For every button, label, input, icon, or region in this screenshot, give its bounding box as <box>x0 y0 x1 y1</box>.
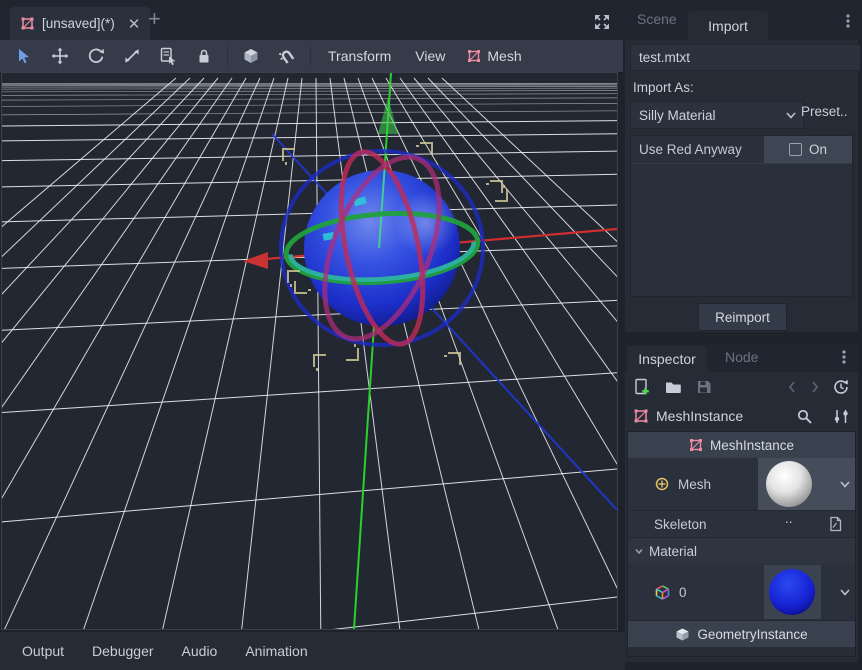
close-icon[interactable]: ✕ <box>128 15 141 33</box>
preset-button[interactable]: Preset.. <box>801 104 848 119</box>
inspector-tab-bar: Inspector Node <box>625 345 858 372</box>
reimport-button[interactable]: Reimport <box>698 303 787 331</box>
open-folder-icon[interactable] <box>664 378 682 396</box>
mesh-resource-preview[interactable] <box>758 458 855 510</box>
inspector-dock: Inspector Node <box>625 345 858 662</box>
property-row-mesh: Mesh <box>628 458 855 511</box>
bottom-panel-bar: Output Debugger Audio Animation <box>0 632 625 670</box>
save-icon[interactable] <box>695 378 713 396</box>
checkbox-label: On <box>809 142 827 157</box>
mesh-instance-icon <box>467 49 481 63</box>
mesh-resource-icon <box>654 476 670 492</box>
material-resource-preview[interactable] <box>758 564 855 620</box>
scene-tab-label: [unsaved](*) <box>42 16 115 31</box>
chevron-down-icon[interactable] <box>839 586 851 598</box>
option-label: Use Red Anyway <box>631 142 764 157</box>
tune-icon[interactable] <box>833 408 850 425</box>
godot-editor-window: [unsaved](*) ✕ + Scene Import <box>0 0 862 670</box>
select-tool-icon[interactable] <box>6 40 42 72</box>
viewport-3d[interactable] <box>1 72 618 630</box>
skeleton-value: .. <box>785 511 827 537</box>
expand-icon[interactable] <box>593 13 611 31</box>
chevron-down-icon <box>633 545 645 557</box>
scale-tool-icon[interactable] <box>114 40 150 72</box>
option-value-cell[interactable]: On <box>764 136 852 163</box>
import-type-dropdown[interactable]: Silly Material <box>630 101 804 129</box>
import-dock: test.mtxt Import As: Silly Material Pres… <box>625 40 858 332</box>
mesh-instance-icon <box>689 438 703 452</box>
checkbox[interactable] <box>789 143 802 156</box>
bottom-tab-animation[interactable]: Animation <box>231 632 321 670</box>
bottom-tab-debugger[interactable]: Debugger <box>78 632 168 670</box>
import-as-label: Import As: <box>633 80 694 95</box>
material-preview-sphere[interactable] <box>769 569 815 615</box>
menu-mesh[interactable]: Mesh <box>457 48 531 64</box>
menu-mesh-label: Mesh <box>487 48 521 64</box>
chevron-down-icon[interactable] <box>839 478 851 490</box>
menu-view[interactable]: View <box>403 48 457 64</box>
section-material[interactable]: Material <box>628 538 855 564</box>
search-icon[interactable] <box>796 408 813 425</box>
snap-magnet-icon[interactable] <box>269 40 305 72</box>
inspector-properties[interactable]: MeshInstance Mesh Skeleton <box>627 431 856 657</box>
category-geometry-instance: GeometryInstance <box>628 621 855 647</box>
menu-transform[interactable]: Transform <box>316 48 403 64</box>
bottom-tab-output[interactable]: Output <box>8 632 78 670</box>
import-filename: test.mtxt <box>630 44 861 71</box>
bottom-tab-audio[interactable]: Audio <box>168 632 232 670</box>
import-option-row[interactable]: Use Red Anyway On <box>631 136 852 164</box>
mesh-property-label: Mesh <box>678 477 711 492</box>
mesh-instance-icon <box>633 408 649 424</box>
new-resource-icon[interactable] <box>633 378 651 396</box>
material-cube-icon <box>654 584 671 601</box>
inspected-node-name: MeshInstance <box>656 408 789 424</box>
geometry-cube-icon <box>675 627 690 642</box>
dots-menu-icon[interactable] <box>837 346 851 368</box>
tab-import[interactable]: Import <box>688 11 768 40</box>
scene-tab[interactable]: [unsaved](*) ✕ <box>10 7 150 40</box>
inspector-toolbar <box>625 372 858 402</box>
toolbar-separator <box>310 46 311 66</box>
inspector-node-row: MeshInstance <box>625 402 858 430</box>
history-icon[interactable] <box>832 378 850 396</box>
rotate-tool-icon[interactable] <box>78 40 114 72</box>
top-bar: [unsaved](*) ✕ + Scene Import <box>0 0 862 40</box>
move-tool-icon[interactable] <box>42 40 78 72</box>
import-options-box: Use Red Anyway On <box>630 135 853 297</box>
axis-y-arrowhead <box>378 97 398 134</box>
tab-inspector[interactable]: Inspector <box>627 346 707 372</box>
tab-scene[interactable]: Scene <box>637 11 677 27</box>
tab-node[interactable]: Node <box>725 349 758 365</box>
back-icon[interactable] <box>786 379 798 395</box>
toolbar-separator <box>227 46 228 66</box>
property-row-skeleton[interactable]: Skeleton .. <box>628 511 855 538</box>
mesh-preview-sphere[interactable] <box>766 461 812 507</box>
floor-grid <box>2 78 617 629</box>
lock-icon[interactable] <box>186 40 222 72</box>
property-row-material-0: 0 <box>628 564 855 621</box>
mesh-instance-icon <box>20 16 35 31</box>
skeleton-property-label: Skeleton <box>654 517 707 532</box>
list-select-tool-icon[interactable] <box>150 40 186 72</box>
nodepath-icon[interactable] <box>827 516 843 532</box>
axis-y-green-lower <box>354 326 374 629</box>
material-slot-label: 0 <box>679 585 687 600</box>
chevron-down-icon <box>785 109 797 121</box>
dots-menu-icon[interactable] <box>841 13 855 29</box>
category-mesh-instance: MeshInstance <box>628 432 855 458</box>
viewport-toolbar: Transform View Mesh <box>0 40 623 73</box>
local-space-cube-icon[interactable] <box>233 40 269 72</box>
add-tab-button[interactable]: + <box>148 8 161 30</box>
material-preview-box[interactable] <box>764 565 821 619</box>
forward-icon[interactable] <box>809 379 821 395</box>
